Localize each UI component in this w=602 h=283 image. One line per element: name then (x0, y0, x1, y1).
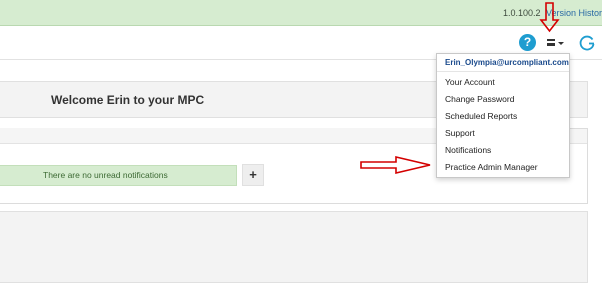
down-arrow-annotation (539, 2, 560, 33)
annotation-overlay (360, 2, 560, 175)
right-arrow-annotation (360, 155, 431, 175)
